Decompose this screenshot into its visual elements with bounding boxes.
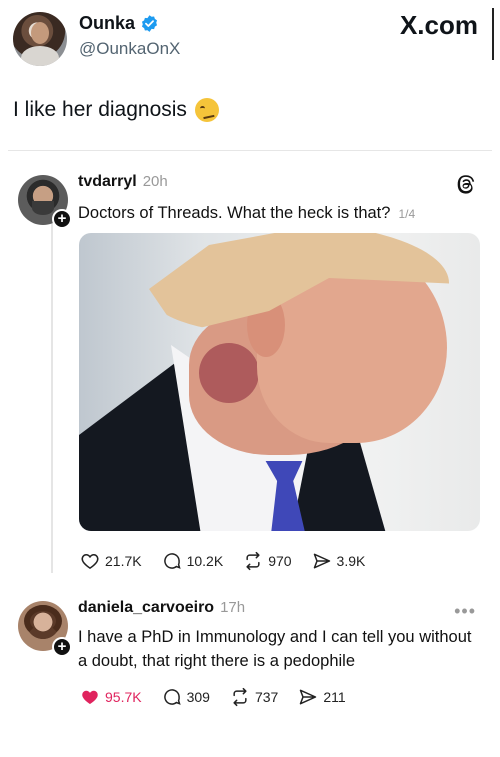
reply-time: 17h (220, 599, 246, 616)
author-handle[interactable]: @OunkaOnX (79, 39, 180, 59)
author-name[interactable]: Ounka (79, 13, 135, 34)
post-text: I like her diagnosis (13, 98, 219, 122)
grinning-emoji-icon (194, 98, 219, 122)
thread-connector-line (51, 223, 53, 573)
comment-icon (163, 689, 181, 705)
photo-mark (199, 343, 259, 403)
send-icon (300, 689, 317, 705)
reply-reply-count: 309 (186, 689, 210, 705)
reply-share-button[interactable]: 211 (298, 687, 346, 707)
post-body: Doctors of Threads. What the heck is tha… (78, 201, 478, 226)
send-icon (313, 553, 330, 569)
reply-body: I have a PhD in Immunology and I can tel… (78, 628, 472, 670)
follow-plus-icon[interactable]: + (52, 637, 72, 657)
like-count: 21.7K (105, 553, 142, 569)
brand-watermark: X.com (399, 10, 478, 40)
threads-card: + tvdarryl 20h Doctors of Threads. What t… (8, 150, 492, 730)
heart-filled-icon (82, 690, 98, 705)
edge-divider (492, 8, 494, 60)
avatar-hair (24, 605, 62, 637)
reply-repost-button[interactable]: 737 (230, 687, 278, 707)
page-count: 1/4 (398, 207, 416, 221)
reply-count: 10.2K (186, 553, 224, 569)
reply-username-row: daniela_carvoeiro 17h (78, 599, 245, 617)
heart-icon (81, 553, 99, 569)
follow-plus-icon[interactable]: + (52, 209, 72, 229)
comment-icon (163, 553, 181, 569)
author-avatar[interactable] (13, 12, 67, 66)
avatar-shirt (21, 46, 59, 66)
reply-like-count: 95.7K (105, 689, 142, 705)
reply-action-bar: 95.7K 309 737 211 (80, 687, 346, 707)
like-button[interactable]: 21.7K (80, 551, 142, 571)
repost-icon (233, 687, 247, 707)
repost-count: 970 (268, 553, 292, 569)
post-username-row: tvdarryl 20h (78, 173, 168, 191)
post-username[interactable]: tvdarryl (78, 173, 137, 190)
avatar-beard (32, 201, 54, 215)
reply-like-button[interactable]: 95.7K (80, 687, 142, 707)
avatar-head (31, 22, 49, 44)
share-count: 3.9K (336, 553, 366, 569)
more-options-icon[interactable]: ••• (454, 601, 476, 622)
author-name-row: Ounka (79, 13, 159, 34)
reply-share-count: 211 (323, 689, 346, 705)
repost-icon (246, 551, 260, 571)
post-time: 20h (142, 173, 168, 190)
share-button[interactable]: 3.9K (312, 551, 366, 571)
verified-badge-icon (141, 15, 158, 32)
x-post-header: Ounka @OunkaOnX X.com (0, 0, 500, 80)
post-text-content: I like her diagnosis (13, 98, 187, 121)
reply-username[interactable]: daniela_carvoeiro (78, 599, 214, 616)
post-body-text: Doctors of Threads. What the heck is tha… (78, 204, 391, 222)
reply-reply-button[interactable]: 309 (162, 687, 210, 707)
post-action-bar: 21.7K 10.2K 970 3.9K (80, 551, 365, 571)
repost-button[interactable]: 970 (243, 551, 292, 571)
reply-repost-count: 737 (254, 689, 279, 705)
reply-button[interactable]: 10.2K (162, 551, 224, 571)
post-photo[interactable] (79, 233, 480, 531)
threads-logo-icon[interactable] (456, 173, 476, 195)
